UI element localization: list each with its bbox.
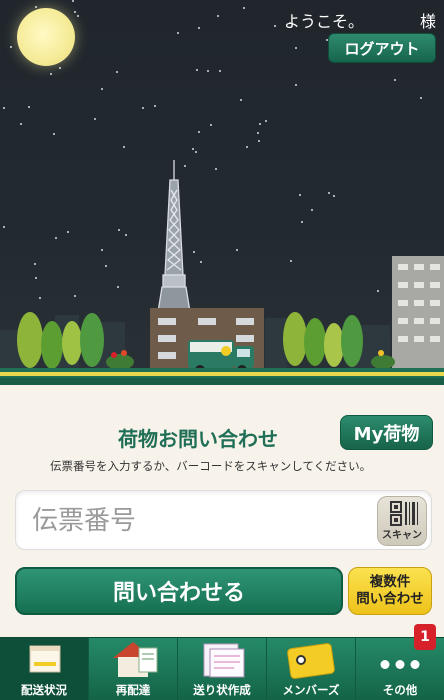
panel-title: 荷物お問い合わせ (118, 427, 278, 451)
ground-strip (0, 368, 444, 385)
tab-more[interactable]: 1 その他 (356, 624, 444, 700)
multiple-inquiry-button[interactable]: 複数件 問い合わせ (348, 567, 432, 615)
notification-badge: 1 (414, 624, 436, 650)
boxes-icon (29, 645, 61, 673)
tab-label: 送り状作成 (193, 683, 251, 697)
tracking-number-field: スキャン (15, 490, 432, 550)
parcel-inquiry-panel: 荷物お問い合わせ My荷物 伝票番号を入力するか、バーコードをスキャンしてくださ… (0, 385, 444, 637)
multi-label-line1: 複数件 (369, 574, 411, 590)
tab-delivery-status[interactable]: 配送状況 (0, 638, 89, 700)
tab-redelivery[interactable]: 再配達 (89, 638, 178, 700)
my-parcel-button[interactable]: My荷物 (340, 415, 433, 450)
scan-barcode-button[interactable]: スキャン (377, 496, 427, 546)
app-root: ようこそ。 様 ログアウト 荷物お問い合わせ My荷物 伝票番号を入力するか、バ… (0, 0, 444, 700)
multi-label-line2: 問い合わせ (356, 591, 424, 607)
tab-label: 再配達 (115, 683, 151, 697)
welcome-text: ようこそ。 様 (283, 12, 436, 31)
tab-create-invoice[interactable]: 送り状作成 (178, 638, 267, 700)
house-icon (113, 642, 158, 677)
tab-members[interactable]: メンバーズ (267, 638, 356, 700)
more-dots-icon (380, 660, 420, 669)
document-icon (203, 643, 245, 678)
logout-button[interactable]: ログアウト (328, 33, 436, 63)
scan-label: スキャン (382, 530, 422, 541)
night-scene-banner: ようこそ。 様 ログアウト (0, 0, 444, 385)
inquire-button[interactable]: 問い合わせる (15, 567, 343, 615)
tab-label: 配送状況 (21, 683, 67, 697)
tab-label: メンバーズ (282, 683, 340, 697)
tower-icon (157, 160, 191, 313)
apartment-building (392, 256, 444, 370)
tracking-number-input[interactable] (32, 503, 362, 539)
bottom-tab-bar: 配送状況 再配達 送り状作成 メンバーズ 1 その他 (0, 624, 444, 700)
tab-label: その他 (382, 683, 418, 697)
member-card-icon (287, 643, 335, 679)
instruction-text: 伝票番号を入力するか、バーコードをスキャンしてください。 (50, 459, 372, 473)
